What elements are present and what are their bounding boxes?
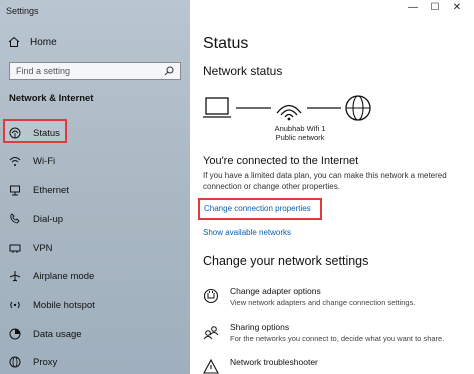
- option-desc: View network adapters and change connect…: [230, 298, 416, 307]
- sidebar-item-label: Status: [33, 127, 60, 139]
- wifi-icon: [8, 155, 21, 168]
- maximize-button[interactable]: ☐: [424, 2, 446, 13]
- airplane-icon: [8, 270, 21, 283]
- minimize-button[interactable]: —: [402, 2, 424, 13]
- option-desc: For the networks you connect to, decide …: [230, 334, 445, 343]
- vpn-icon: [8, 242, 21, 255]
- show-available-networks-link[interactable]: Show available networks: [203, 228, 291, 237]
- change-adapter-options[interactable]: Change adapter options View network adap…: [203, 286, 415, 307]
- network-diagram: [203, 95, 371, 121]
- search-input[interactable]: Find a setting: [9, 62, 181, 80]
- section-label: Network & Internet: [9, 93, 94, 104]
- sidebar-item-label: Data usage: [33, 328, 82, 340]
- sidebar: Settings Home Find a setting Network & I…: [0, 0, 190, 374]
- network-caption: Anubhab Wifi 1 Public network: [190, 124, 410, 142]
- sidebar-item-label: Airplane mode: [33, 270, 95, 282]
- app-title: Settings: [6, 6, 39, 16]
- sidebar-item-label: Wi-Fi: [33, 155, 56, 167]
- laptop-icon: [203, 97, 231, 118]
- change-connection-properties-link[interactable]: Change connection properties: [204, 204, 311, 213]
- troubleshooter-icon: [203, 359, 219, 374]
- network-status-heading: Network status: [203, 64, 283, 78]
- search-placeholder: Find a setting: [16, 66, 71, 76]
- network-name: Anubhab Wifi 1: [274, 124, 326, 133]
- sidebar-item-hotspot[interactable]: Mobile hotspot: [8, 297, 95, 313]
- internet-globe-icon: [345, 95, 371, 121]
- network-type: Public network: [275, 133, 325, 142]
- sidebar-item-label: VPN: [33, 242, 53, 254]
- data-usage-icon: [8, 328, 21, 341]
- sidebar-item-wifi[interactable]: Wi-Fi: [8, 153, 55, 169]
- connected-heading: You're connected to the Internet: [203, 155, 359, 167]
- hotspot-icon: [8, 299, 21, 312]
- sidebar-item-vpn[interactable]: VPN: [8, 240, 53, 256]
- search-icon: [164, 66, 174, 76]
- sharing-options[interactable]: Sharing options For the networks you con…: [203, 322, 444, 343]
- home-label: Home: [30, 36, 57, 48]
- network-troubleshooter[interactable]: Network troubleshooter: [203, 357, 318, 374]
- status-globe-icon: [8, 127, 21, 140]
- dialup-icon: [8, 213, 21, 226]
- sidebar-item-label: Proxy: [33, 356, 58, 368]
- sharing-icon: [203, 326, 219, 340]
- sidebar-item-proxy[interactable]: Proxy: [8, 354, 57, 370]
- connected-description: If you have a limited data plan, you can…: [203, 171, 447, 191]
- window-controls: — ☐ ✕: [402, 2, 468, 13]
- option-title: Network troubleshooter: [230, 357, 318, 367]
- home-nav-item[interactable]: Home: [8, 36, 57, 48]
- sidebar-item-label: Dial-up: [33, 213, 64, 225]
- sidebar-item-status[interactable]: Status: [8, 125, 60, 141]
- sidebar-item-airplane[interactable]: Airplane mode: [8, 268, 94, 284]
- change-settings-heading: Change your network settings: [203, 254, 369, 268]
- wifi-signal-icon: [276, 104, 302, 121]
- option-title: Sharing options: [230, 322, 290, 332]
- home-icon: [8, 36, 20, 47]
- ethernet-icon: [8, 184, 21, 197]
- sidebar-item-label: Ethernet: [33, 184, 69, 196]
- sidebar-item-data-usage[interactable]: Data usage: [8, 326, 82, 342]
- page-title: Status: [203, 35, 249, 52]
- adapter-icon: [203, 288, 219, 304]
- sidebar-item-ethernet[interactable]: Ethernet: [8, 182, 69, 198]
- sidebar-item-label: Mobile hotspot: [33, 299, 95, 311]
- proxy-icon: [8, 356, 21, 369]
- option-title: Change adapter options: [230, 286, 321, 296]
- close-button[interactable]: ✕: [446, 2, 468, 13]
- main-pane: — ☐ ✕ Status Network status Anubhab Wifi…: [190, 0, 474, 374]
- sidebar-item-dialup[interactable]: Dial-up: [8, 211, 63, 227]
